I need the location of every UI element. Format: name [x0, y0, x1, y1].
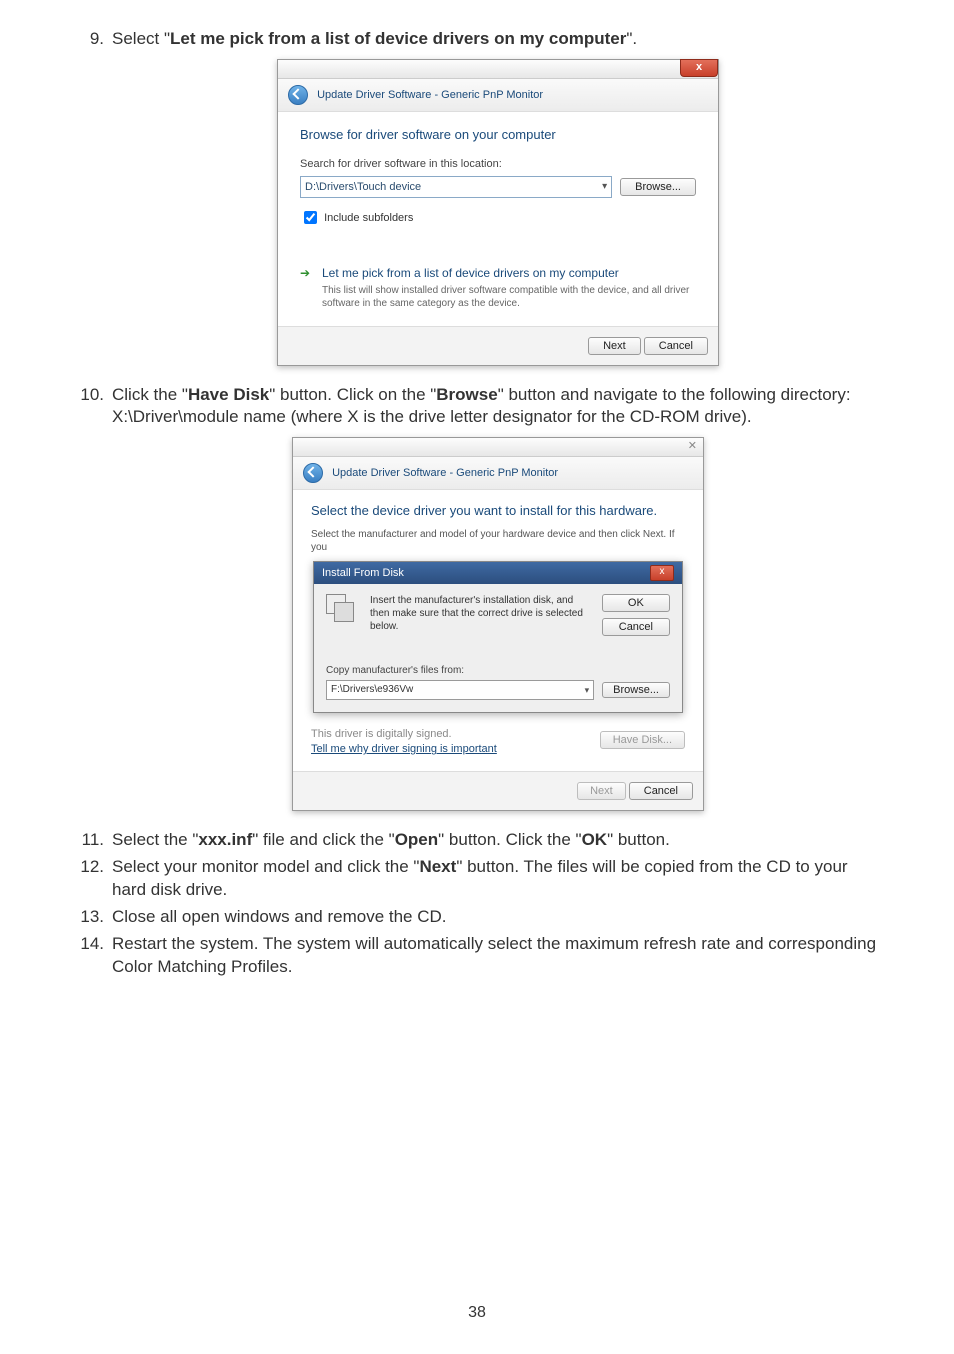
copy-from-label: Copy manufacturer's files from:: [326, 664, 670, 678]
search-location-label: Search for driver software in this locat…: [300, 157, 696, 172]
pick-from-list-option[interactable]: ➔ Let me pick from a list of device driv…: [300, 263, 696, 309]
step-13: 13. Close all open windows and remove th…: [70, 906, 884, 929]
step-text-2: X:\Driver\module name (where X is the dr…: [112, 407, 752, 426]
step-text: Restart the system. The system will auto…: [112, 934, 876, 976]
search-location-combo[interactable]: D:\Drivers\Touch device: [300, 176, 612, 198]
next-button[interactable]: Next: [588, 337, 641, 355]
cancel-button[interactable]: Cancel: [629, 782, 693, 800]
close-icon[interactable]: x: [650, 565, 674, 581]
option-title: Let me pick from a list of device driver…: [322, 265, 696, 281]
step-12: 12. Select your monitor model and click …: [70, 856, 884, 902]
include-subfolders-checkbox[interactable]: Include subfolders: [300, 212, 413, 224]
step-text: Select your monitor model and click the …: [112, 857, 848, 899]
include-subfolders-label: Include subfolders: [324, 212, 413, 224]
titlebar: ✕: [293, 438, 703, 457]
browse-button[interactable]: Browse...: [602, 682, 670, 698]
wizard-title: Update Driver Software - Generic PnP Mon…: [332, 467, 558, 479]
titlebar: x: [278, 60, 718, 79]
step-10: 10. Click the "Have Disk" button. Click …: [70, 384, 884, 812]
step-number: 9.: [70, 28, 104, 51]
next-button[interactable]: Next: [577, 782, 626, 800]
arrow-icon: ➔: [300, 265, 310, 281]
ifd-title-text: Install From Disk: [322, 566, 404, 581]
step-number: 14.: [70, 933, 104, 956]
dialog-browse-driver: x Update Driver Software - Generic PnP M…: [277, 59, 719, 366]
page-heading: Browse for driver software on your compu…: [300, 126, 696, 144]
step-number: 11.: [70, 829, 104, 852]
cancel-button[interactable]: Cancel: [644, 337, 708, 355]
step-9: 9. Select "Let me pick from a list of de…: [70, 28, 884, 366]
page-heading: Select the device driver you want to ins…: [311, 502, 685, 520]
step-number: 10.: [70, 384, 104, 407]
back-icon[interactable]: [303, 463, 323, 483]
ifd-titlebar: Install From Disk x: [314, 562, 682, 584]
close-icon[interactable]: x: [680, 59, 718, 77]
disk-icon: [326, 594, 360, 624]
include-subfolders-input[interactable]: [304, 211, 317, 224]
signed-text: This driver is digitally signed.: [311, 727, 497, 742]
wizard-breadcrumb: Update Driver Software - Generic PnP Mon…: [278, 79, 718, 112]
option-desc: This list will show installed driver sof…: [322, 284, 696, 310]
browse-button[interactable]: Browse...: [620, 178, 696, 196]
step-11: 11. Select the "xxx.inf" file and click …: [70, 829, 884, 852]
page-number: 38: [0, 1302, 954, 1324]
step-text: Close all open windows and remove the CD…: [112, 907, 447, 926]
ok-button[interactable]: OK: [602, 594, 670, 612]
step-text: Click the "Have Disk" button. Click on t…: [112, 385, 851, 404]
step-text: Select "Let me pick from a list of devic…: [112, 29, 637, 48]
step-text: Select the "xxx.inf" file and click the …: [112, 830, 670, 849]
dialog-select-driver: ✕ Update Driver Software - Generic PnP M…: [292, 437, 704, 811]
cancel-button[interactable]: Cancel: [602, 618, 670, 636]
have-disk-button[interactable]: Have Disk...: [600, 731, 685, 749]
ifd-message: Insert the manufacturer's installation d…: [370, 594, 592, 633]
wizard-title: Update Driver Software - Generic PnP Mon…: [317, 89, 543, 101]
install-from-disk-dialog: Install From Disk x Insert the manufactu…: [313, 561, 683, 714]
page-subtext: Select the manufacturer and model of you…: [311, 528, 685, 555]
why-signing-link[interactable]: Tell me why driver signing is important: [311, 743, 497, 755]
copy-from-combo[interactable]: F:\Drivers\e936Vw: [326, 680, 594, 700]
step-14: 14. Restart the system. The system will …: [70, 933, 884, 979]
wizard-breadcrumb: Update Driver Software - Generic PnP Mon…: [293, 457, 703, 490]
step-number: 12.: [70, 856, 104, 879]
step-number: 13.: [70, 906, 104, 929]
back-icon[interactable]: [288, 85, 308, 105]
close-icon[interactable]: ✕: [688, 439, 697, 454]
